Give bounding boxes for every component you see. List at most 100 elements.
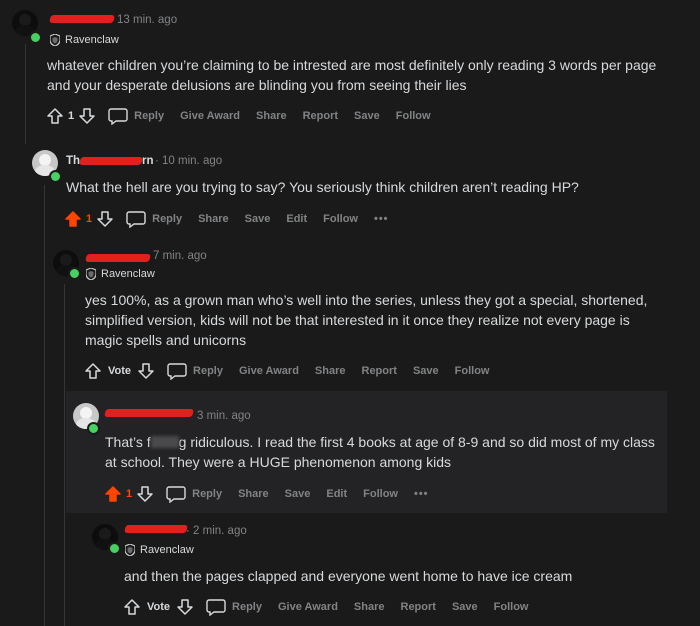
report-button[interactable]: Report [362,365,397,377]
save-button[interactable]: Save [413,365,439,377]
reply-label: Reply [134,110,165,122]
vote-controls: 1 [46,107,96,125]
upvote-icon[interactable] [46,107,64,125]
reply-button[interactable]: Reply [108,107,164,125]
follow-button[interactable]: Follow [396,110,431,122]
online-indicator [68,267,81,280]
vote-count: 1 [68,110,75,122]
downvote-icon[interactable] [96,210,114,228]
downvote-icon[interactable] [136,485,154,503]
reply-button[interactable]: Reply [166,485,222,503]
follow-button[interactable]: Follow [363,488,398,500]
edit-button[interactable]: Edit [326,488,347,500]
comment-time[interactable]: 7 min. ago [153,250,207,262]
vote-controls: 1 [64,210,114,228]
ravenclaw-shield-icon [86,268,96,280]
vote-count: 1 [126,488,133,500]
comment-body: That’s fg ridiculous. I read the first 4… [105,432,660,472]
comment: 7 min. ago Ravenclaw yes 100%, as a grow… [0,240,700,390]
comment: 13 min. ago Ravenclaw whatever children … [0,0,700,140]
save-button[interactable]: Save [452,601,478,613]
comment-bubble-icon [108,108,128,125]
username-redacted[interactable] [85,254,151,262]
comment-body: and then the pages clapped and everyone … [124,568,573,584]
share-button[interactable]: Share [256,110,287,122]
share-button[interactable]: Share [315,365,346,377]
share-button[interactable]: Share [238,488,269,500]
comment-text-start: That’s f [105,434,151,450]
more-options-button[interactable]: ••• [374,213,389,225]
username-visible-tail[interactable]: rn [142,155,154,167]
comment: · 2 min. ago Ravenclaw and then the page… [0,513,700,626]
vote-count: 1 [86,213,93,225]
comment-actions: 1 Reply Give Award Share Report Save Fol… [46,106,447,126]
user-flair: Ravenclaw [86,268,155,280]
vote-controls: Vote [123,598,194,616]
comment-body: yes 100%, as a grown man who’s well into… [85,292,648,348]
username-redacted[interactable] [104,409,194,417]
username-visible-part[interactable]: Th [66,155,80,167]
comment-text-end: g ridiculous. I read the first 4 books a… [105,434,655,470]
more-options-button[interactable]: ••• [414,488,429,500]
save-button[interactable]: Save [285,488,311,500]
comment-time[interactable]: · 2 min. ago [186,525,247,537]
reply-button[interactable]: Reply [167,362,223,380]
reply-label: Reply [152,213,183,225]
comment-actions: 1 Reply Share Save Edit Follow ••• [104,484,445,504]
report-button[interactable]: Report [401,601,436,613]
comment-bubble-icon [206,599,226,616]
user-flair: Ravenclaw [50,34,119,46]
follow-button[interactable]: Follow [323,213,358,225]
downvote-icon[interactable] [78,107,96,125]
vote-controls: Vote [84,362,155,380]
edit-button[interactable]: Edit [286,213,307,225]
comment-time[interactable]: · 10 min. ago [155,155,222,167]
username-redacted[interactable] [124,525,188,533]
upvote-icon-active[interactable] [104,485,122,503]
username-redacted[interactable] [49,15,115,23]
flair-label: Ravenclaw [140,544,194,556]
save-button[interactable]: Save [354,110,380,122]
share-button[interactable]: Share [198,213,229,225]
reply-label: Reply [193,365,223,377]
upvote-icon[interactable] [84,362,102,380]
comment-actions: Vote Reply Give Award Share Report Save … [123,597,544,617]
comment-actions: 1 Reply Share Save Edit Follow ••• [64,209,405,229]
downvote-icon[interactable] [176,598,194,616]
give-award-button[interactable]: Give Award [239,365,299,377]
reply-label: Reply [232,601,262,613]
online-indicator [49,170,62,183]
online-indicator [29,31,42,44]
report-button[interactable]: Report [303,110,338,122]
reply-button[interactable]: Reply [126,210,182,228]
upvote-icon-active[interactable] [64,210,82,228]
downvote-icon[interactable] [137,362,155,380]
ravenclaw-shield-icon [125,544,135,556]
vote-controls: 1 [104,485,154,503]
online-indicator [108,542,121,555]
comment-time[interactable]: 13 min. ago [117,14,177,26]
censor-blur [150,436,179,448]
username-redacted[interactable] [79,157,143,165]
share-button[interactable]: Share [354,601,385,613]
follow-button[interactable]: Follow [455,365,490,377]
comment-bubble-icon [166,486,186,503]
reply-label: Reply [192,488,223,500]
comment-bubble-icon [126,211,146,228]
comment-bubble-icon [167,363,187,380]
comment: 3 min. ago That’s fg ridiculous. I read … [0,391,700,513]
give-award-button[interactable]: Give Award [180,110,240,122]
follow-button[interactable]: Follow [494,601,529,613]
online-indicator [87,422,100,435]
user-flair: Ravenclaw [125,544,194,556]
vote-label: Vote [108,365,132,377]
vote-label: Vote [147,601,171,613]
give-award-button[interactable]: Give Award [278,601,338,613]
upvote-icon[interactable] [123,598,141,616]
comment-time[interactable]: 3 min. ago [197,410,251,422]
save-button[interactable]: Save [245,213,271,225]
flair-label: Ravenclaw [101,268,155,280]
ravenclaw-shield-icon [50,34,60,46]
reply-button[interactable]: Reply [206,598,262,616]
comment-body: What the hell are you trying to say? You… [66,179,579,195]
